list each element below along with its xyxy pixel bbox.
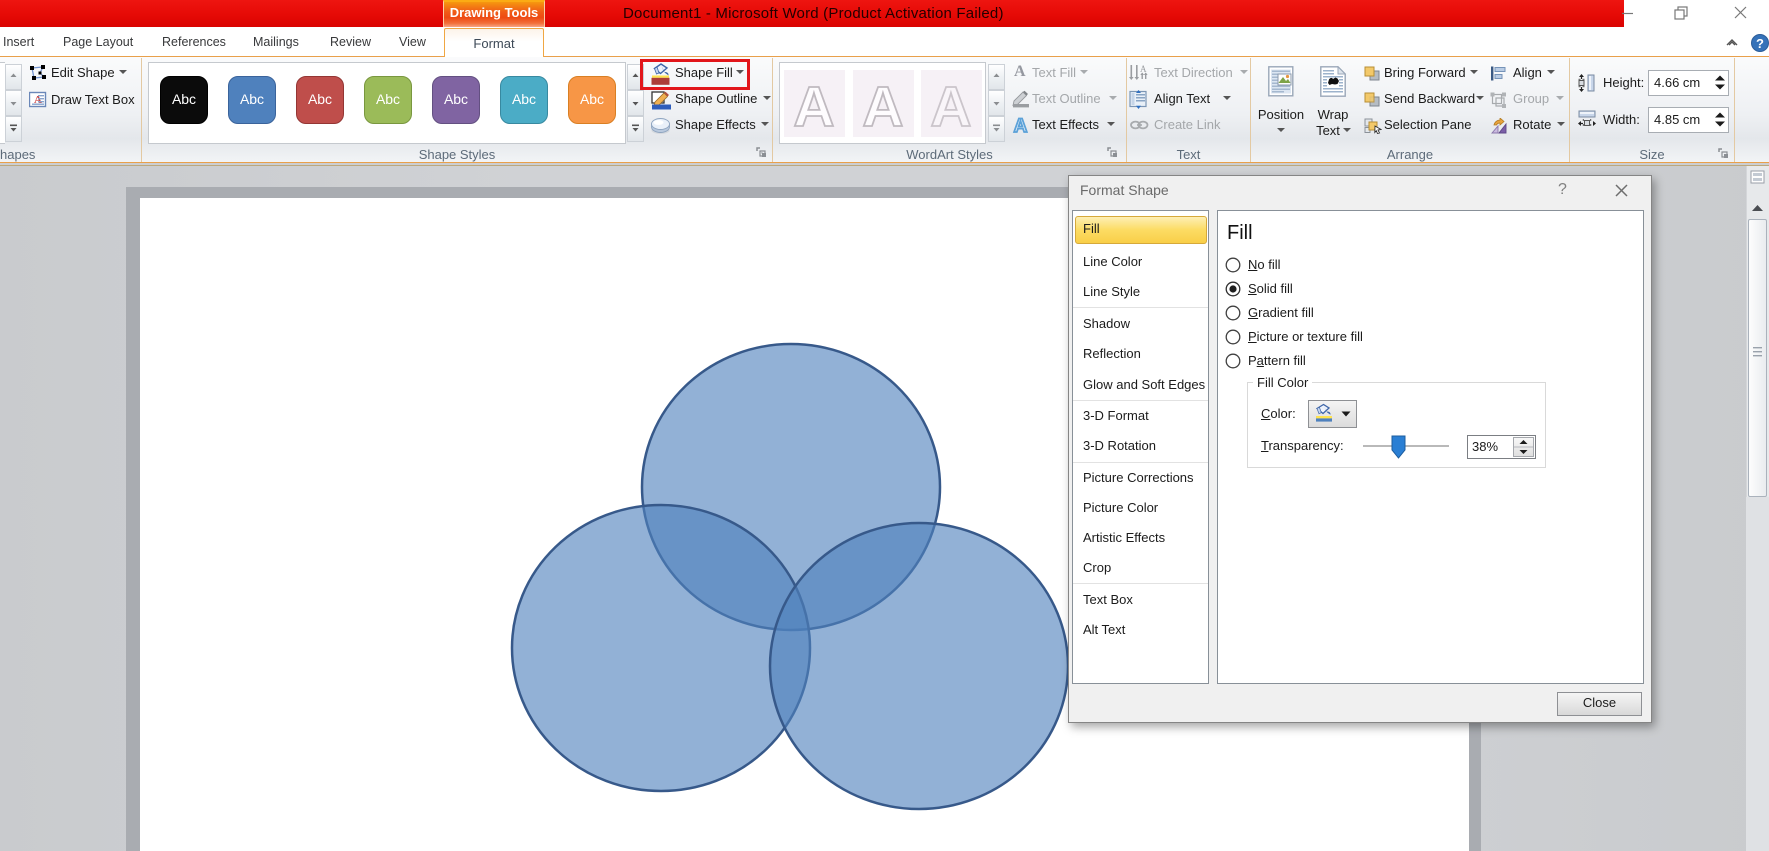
svg-text:A: A xyxy=(862,75,903,137)
svg-text:A: A xyxy=(930,75,971,137)
svg-text:A: A xyxy=(793,75,834,137)
svg-text:?: ? xyxy=(1756,36,1764,51)
svg-text:A: A xyxy=(1140,64,1147,74)
svg-text:A: A xyxy=(1014,116,1028,135)
